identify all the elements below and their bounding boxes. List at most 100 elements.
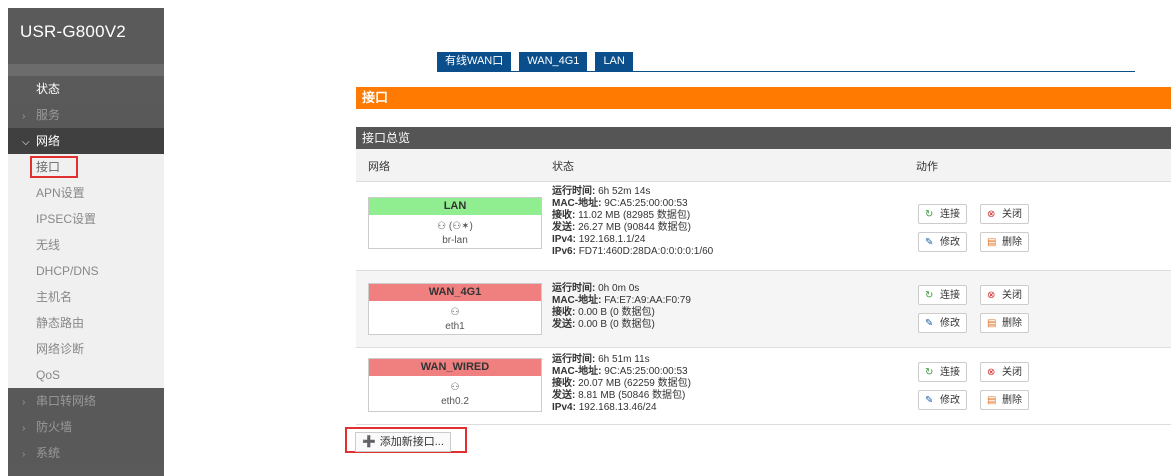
sidebar-item-interfaces[interactable]: 接口	[8, 154, 164, 180]
refresh-icon: ↻	[925, 209, 934, 220]
connect-button[interactable]: ↻ 连接	[918, 285, 967, 305]
table-header: 网络 状态 动作	[356, 149, 1171, 182]
page-title: 接口	[356, 87, 1171, 109]
button-label: 删除	[1002, 318, 1022, 329]
sidebar-item-label: 防火墙	[36, 420, 73, 434]
sidebar-item-label: 串口转网络	[36, 394, 97, 408]
sidebar-item-wireless[interactable]: 无线	[8, 232, 164, 258]
button-label: 删除	[1002, 395, 1022, 406]
sidebar: USR-G800V2 状态 › 服务 ⌵ 网络 接口 APN设置 IPSEC设置 无…	[8, 8, 164, 476]
interface-device: eth1	[445, 321, 465, 332]
ipv6-value: FD71:460D:28DA:0:0:0:0:1/60	[578, 246, 714, 257]
rx-value: 0.00 B (0 数据包)	[578, 307, 655, 318]
tab-wan-4g1[interactable]: WAN_4G1	[519, 52, 588, 71]
stop-icon: ⊗	[987, 290, 996, 301]
add-interface-button[interactable]: ➕ 添加新接口...	[355, 432, 451, 452]
interface-status: 运行时间: 6h 51m 11s MAC-地址: 9C:A5:25:00:00:…	[552, 354, 691, 414]
tx-label: 发送:	[552, 390, 576, 401]
button-label: 删除	[1002, 237, 1022, 248]
close-button[interactable]: ⊗ 关闭	[980, 285, 1029, 305]
close-button[interactable]: ⊗ 关闭	[980, 204, 1029, 224]
sidebar-item-qos[interactable]: QoS	[8, 362, 164, 388]
edit-button[interactable]: ✎ 修改	[918, 232, 967, 252]
interface-card-lan: LAN ⚇ (⚇✶) br-lan	[368, 197, 542, 249]
uptime-value: 0h 0m 0s	[598, 283, 640, 294]
tab-wired-wan[interactable]: 有线WAN口	[437, 52, 512, 71]
interface-device: br-lan	[442, 235, 468, 246]
interface-status: 运行时间: 6h 52m 14s MAC-地址: 9C:A5:25:00:00:…	[552, 186, 713, 258]
mac-value: FA:E7:A9:AA:F0:79	[604, 295, 691, 306]
trash-icon: ▤	[987, 237, 997, 248]
button-label: 修改	[940, 318, 960, 329]
brand-divider	[8, 64, 164, 76]
tx-value: 26.27 MB (90844 数据包)	[578, 222, 691, 233]
delete-button[interactable]: ▤ 删除	[980, 313, 1029, 333]
chevron-right-icon: ›	[22, 397, 26, 408]
button-label: 连接	[940, 290, 960, 301]
network-port-icon: ⚇	[450, 307, 460, 318]
button-label: 添加新接口...	[379, 436, 444, 448]
connect-button[interactable]: ↻ 连接	[918, 362, 967, 382]
column-action: 动作	[916, 161, 938, 173]
close-button[interactable]: ⊗ 关闭	[980, 362, 1029, 382]
edit-button[interactable]: ✎ 修改	[918, 313, 967, 333]
network-submenu: 接口 APN设置 IPSEC设置 无线 DHCP/DNS 主机名 静态路由 网络…	[8, 154, 164, 388]
tx-label: 发送:	[552, 319, 576, 330]
ipv6-label: IPv6:	[552, 246, 576, 257]
button-label: 关闭	[1002, 290, 1022, 301]
sidebar-item-system[interactable]: › 系统	[8, 440, 164, 466]
column-status: 状态	[552, 161, 574, 173]
table-row: WAN_WIRED ⚇ eth0.2 运行时间: 6h 51m 11s MAC-…	[356, 348, 1171, 425]
edit-icon: ✎	[925, 318, 934, 329]
chevron-right-icon: ›	[22, 423, 26, 434]
delete-button[interactable]: ▤ 删除	[980, 390, 1029, 410]
ipv4-label: IPv4:	[552, 234, 576, 245]
edit-button[interactable]: ✎ 修改	[918, 390, 967, 410]
mac-value: 9C:A5:25:00:00:53	[604, 198, 688, 209]
uptime-value: 6h 51m 11s	[598, 354, 650, 365]
sidebar-item-static-routes[interactable]: 静态路由	[8, 310, 164, 336]
button-label: 关闭	[1002, 209, 1022, 220]
table-row: WAN_4G1 ⚇ eth1 运行时间: 0h 0m 0s MAC-地址: FA…	[356, 271, 1171, 348]
interface-status: 运行时间: 0h 0m 0s MAC-地址: FA:E7:A9:AA:F0:79…	[552, 283, 691, 331]
uptime-label: 运行时间:	[552, 186, 596, 197]
sidebar-item-network[interactable]: ⌵ 网络	[8, 128, 164, 154]
sidebar-item-hostname[interactable]: 主机名	[8, 284, 164, 310]
mac-label: MAC-地址:	[552, 295, 602, 306]
refresh-icon: ↻	[925, 367, 934, 378]
chevron-right-icon: ›	[22, 111, 26, 122]
column-network: 网络	[368, 161, 390, 173]
sidebar-item-status[interactable]: 状态	[8, 76, 164, 102]
edit-icon: ✎	[925, 395, 934, 406]
table-row: LAN ⚇ (⚇✶) br-lan 运行时间: 6h 52m 14s MAC-地…	[356, 182, 1171, 271]
section-title: 接口总览	[356, 127, 1171, 149]
rx-value: 11.02 MB (82985 数据包)	[578, 210, 691, 221]
ipv4-value: 192.168.13.46/24	[578, 402, 657, 413]
mac-label: MAC-地址:	[552, 198, 602, 209]
button-label: 连接	[940, 209, 960, 220]
uptime-value: 6h 52m 14s	[598, 186, 651, 197]
chevron-right-icon: ›	[22, 449, 26, 460]
mac-label: MAC-地址:	[552, 366, 602, 377]
sidebar-item-label: 服务	[36, 108, 61, 122]
trash-icon: ▤	[987, 318, 997, 329]
sidebar-item-services[interactable]: › 服务	[8, 102, 164, 128]
sidebar-item-firewall[interactable]: › 防火墙	[8, 414, 164, 440]
chevron-down-icon: ⌵	[22, 137, 30, 148]
sidebar-item-dhcp-dns[interactable]: DHCP/DNS	[8, 258, 164, 284]
sidebar-item-apn[interactable]: APN设置	[8, 180, 164, 206]
sidebar-item-serial[interactable]: › 串口转网络	[8, 388, 164, 414]
stop-icon: ⊗	[987, 209, 996, 220]
refresh-icon: ↻	[925, 290, 934, 301]
interface-name: WAN_WIRED	[369, 359, 541, 376]
delete-button[interactable]: ▤ 删除	[980, 232, 1029, 252]
add-interface-highlight: ➕ 添加新接口...	[345, 427, 467, 453]
connect-button[interactable]: ↻ 连接	[918, 204, 967, 224]
sidebar-item-diagnostics[interactable]: 网络诊断	[8, 336, 164, 362]
interface-card-wan-wired: WAN_WIRED ⚇ eth0.2	[368, 358, 542, 412]
interface-device: eth0.2	[441, 396, 469, 407]
tab-lan[interactable]: LAN	[595, 52, 633, 71]
sidebar-item-ipsec[interactable]: IPSEC设置	[8, 206, 164, 232]
sidebar-item-label: 状态	[36, 82, 61, 96]
edit-icon: ✎	[925, 237, 934, 248]
